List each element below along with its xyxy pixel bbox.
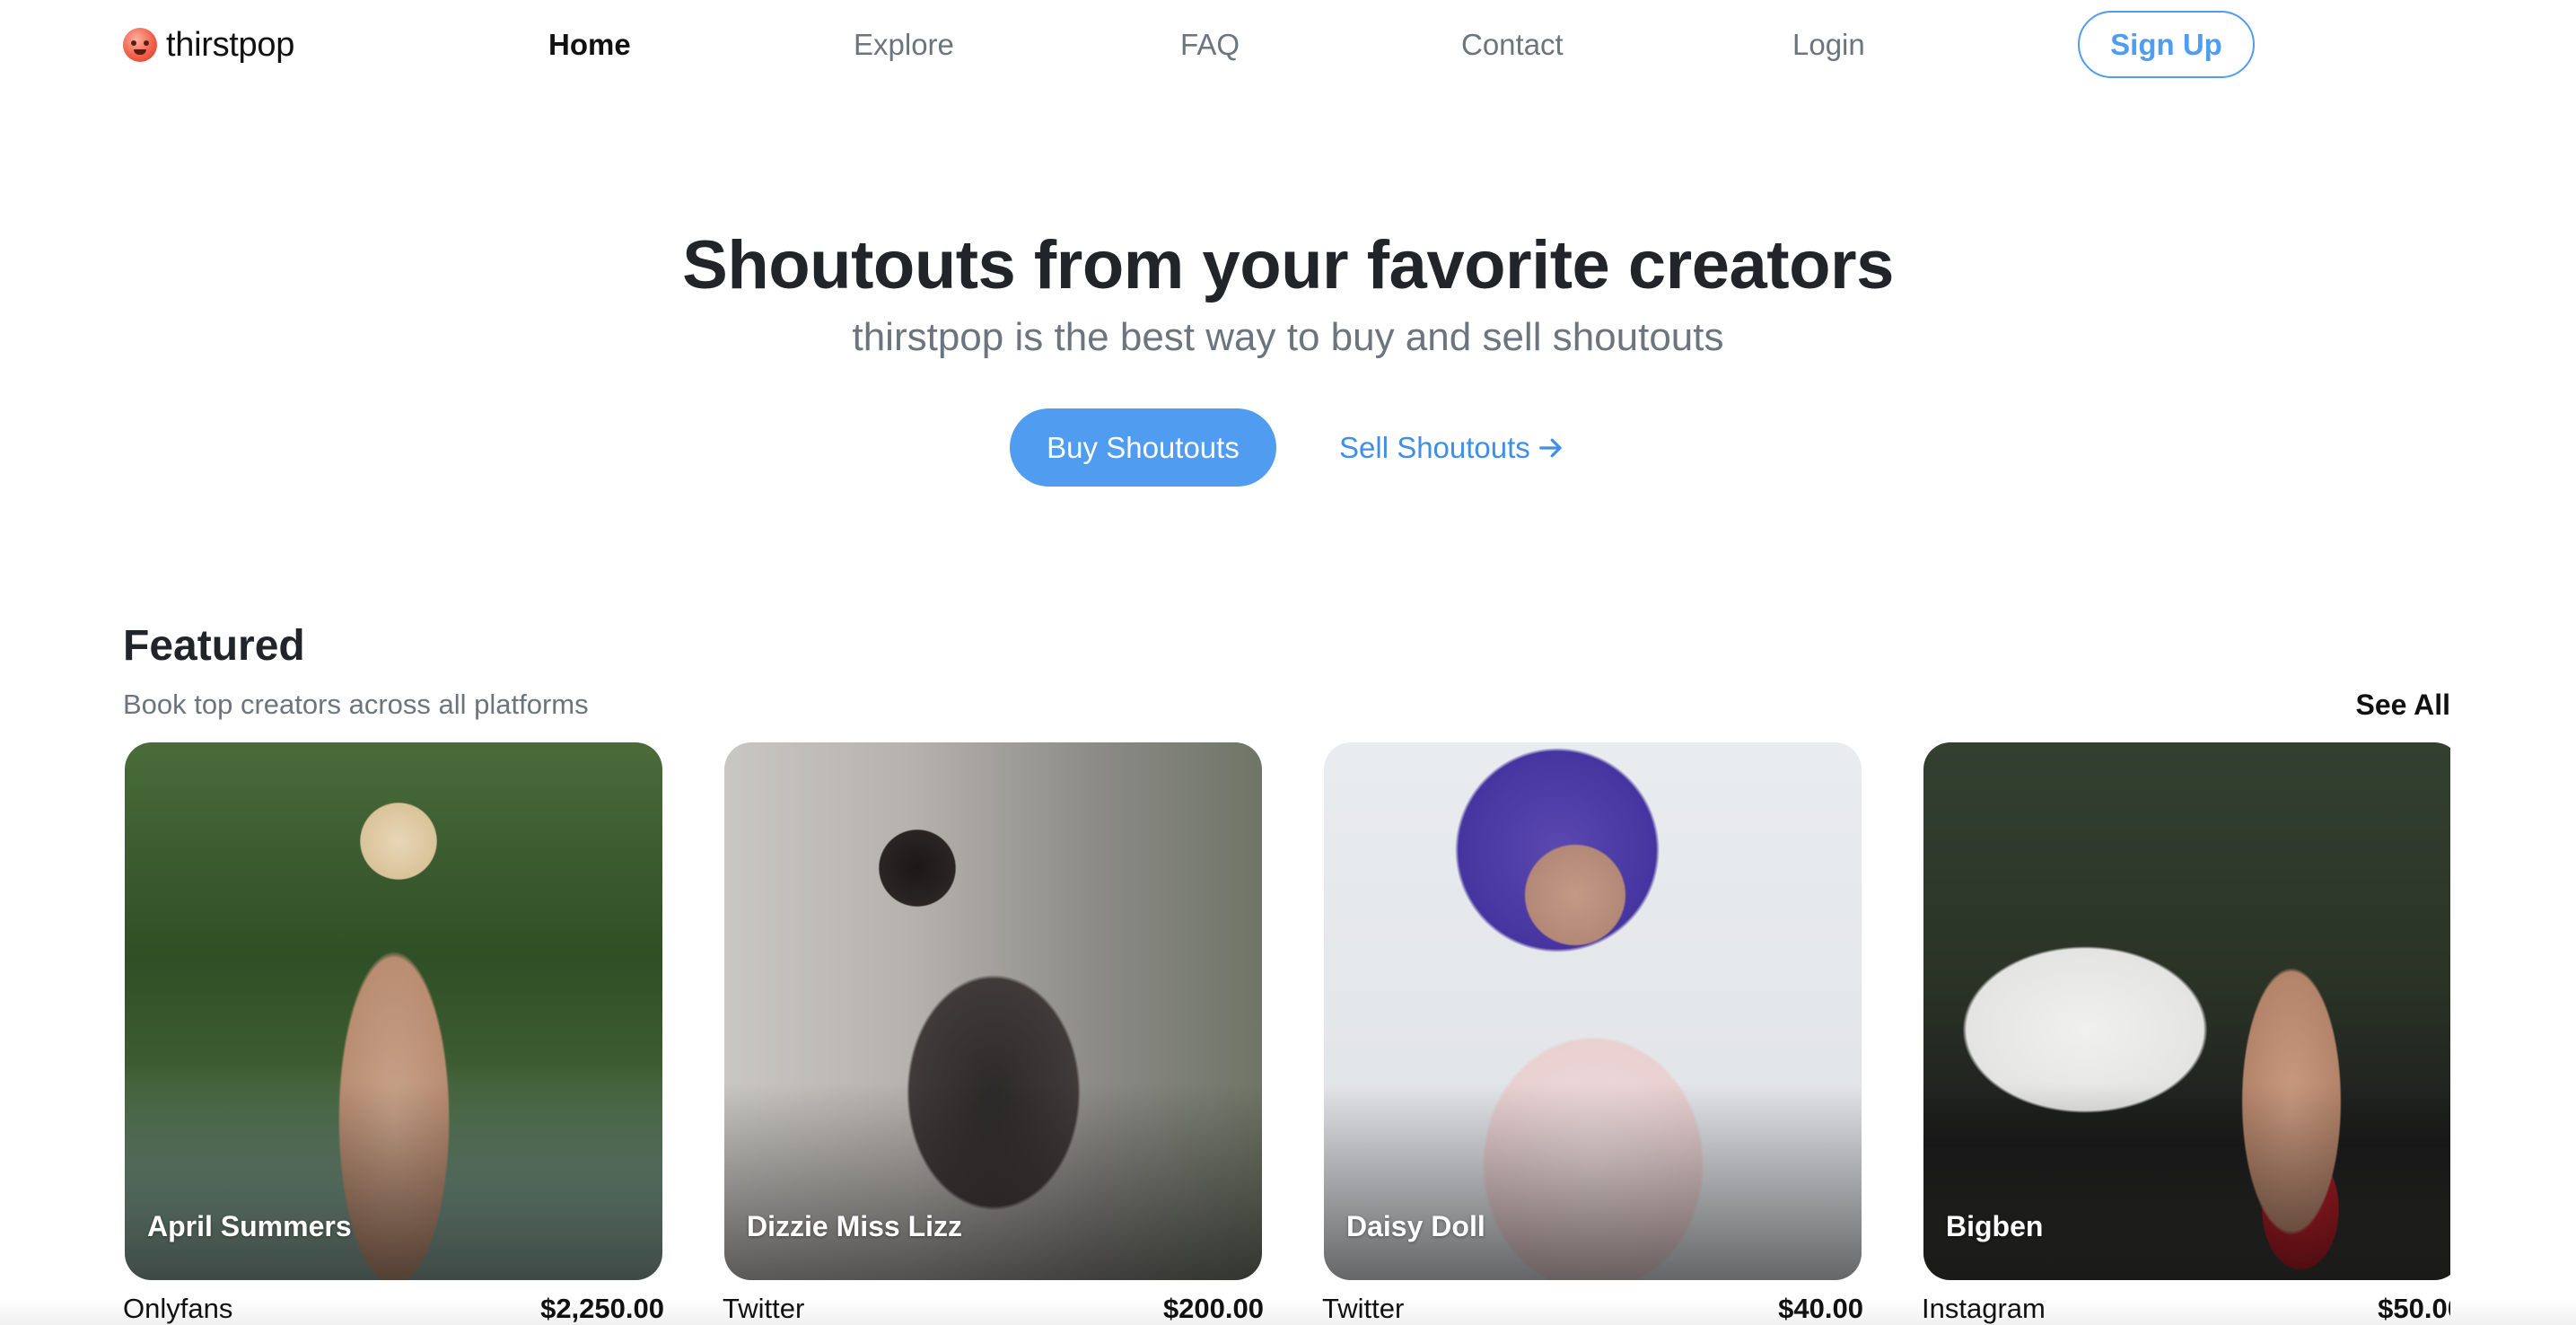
hot-face-emoji-icon [123,28,157,62]
nav-link-contact[interactable]: Contact [1461,27,1564,63]
hero-title: Shoutouts from your favorite creators [682,227,1894,303]
creator-photo: Dizzie Miss Lizz [724,742,1262,1280]
featured-heading: Featured [123,622,305,670]
nav-link-explore[interactable]: Explore [854,27,954,63]
creator-card[interactable]: Dizzie Miss Lizz Twitter $200.00 [723,741,1264,1325]
featured-cards-row: April Summers Onlyfans $2,250.00 Dizzie … [123,741,2450,1325]
creator-price: $40.00 [1778,1293,1863,1324]
featured-subtitle: Book top creators across all platforms [123,689,589,720]
creator-price: $2,250.00 [540,1293,664,1324]
creator-photo: April Summers [125,742,662,1280]
buy-shoutouts-button[interactable]: Buy Shoutouts [1010,408,1276,487]
creator-name: Dizzie Miss Lizz [747,1210,963,1242]
creator-photo: Daisy Doll [1324,742,1862,1280]
top-navbar: thirstpop Home Explore FAQ Contact Login… [0,0,2576,90]
creator-card[interactable]: Daisy Doll Twitter $40.00 [1322,741,1863,1325]
hero-subtitle: thirstpop is the best way to buy and sel… [852,315,1724,359]
arrow-right-icon [1538,438,1562,458]
logo-link[interactable]: thirstpop [123,25,294,65]
nav-link-home[interactable]: Home [548,27,631,63]
nav-link-login[interactable]: Login [1792,27,1865,63]
creator-photo: Bigben [1923,742,2450,1280]
sign-up-button[interactable]: Sign Up [2078,11,2255,78]
sell-shoutouts-link[interactable]: Sell Shoutouts [1339,429,1564,467]
see-all-link[interactable]: See All [2355,687,2450,723]
creator-card[interactable]: Bigben Instagram $50.00 [1922,741,2450,1325]
creator-platform: Instagram [1922,1293,2046,1324]
nav-link-faq[interactable]: FAQ [1180,27,1240,63]
creator-card[interactable]: April Summers Onlyfans $2,250.00 [123,741,664,1325]
creator-price: $200.00 [1162,1293,1264,1324]
creator-name: Daisy Doll [1346,1210,1485,1242]
logo-text: thirstpop [166,25,295,64]
creator-platform: Onlyfans [123,1293,233,1324]
sell-shoutouts-label: Sell Shoutouts [1339,431,1530,464]
creator-platform: Twitter [723,1293,805,1324]
creator-price: $50.00 [2378,1293,2450,1324]
creator-name: Bigben [1946,1210,2044,1242]
creator-name: April Summers [147,1210,352,1242]
creator-platform: Twitter [1322,1293,1405,1324]
